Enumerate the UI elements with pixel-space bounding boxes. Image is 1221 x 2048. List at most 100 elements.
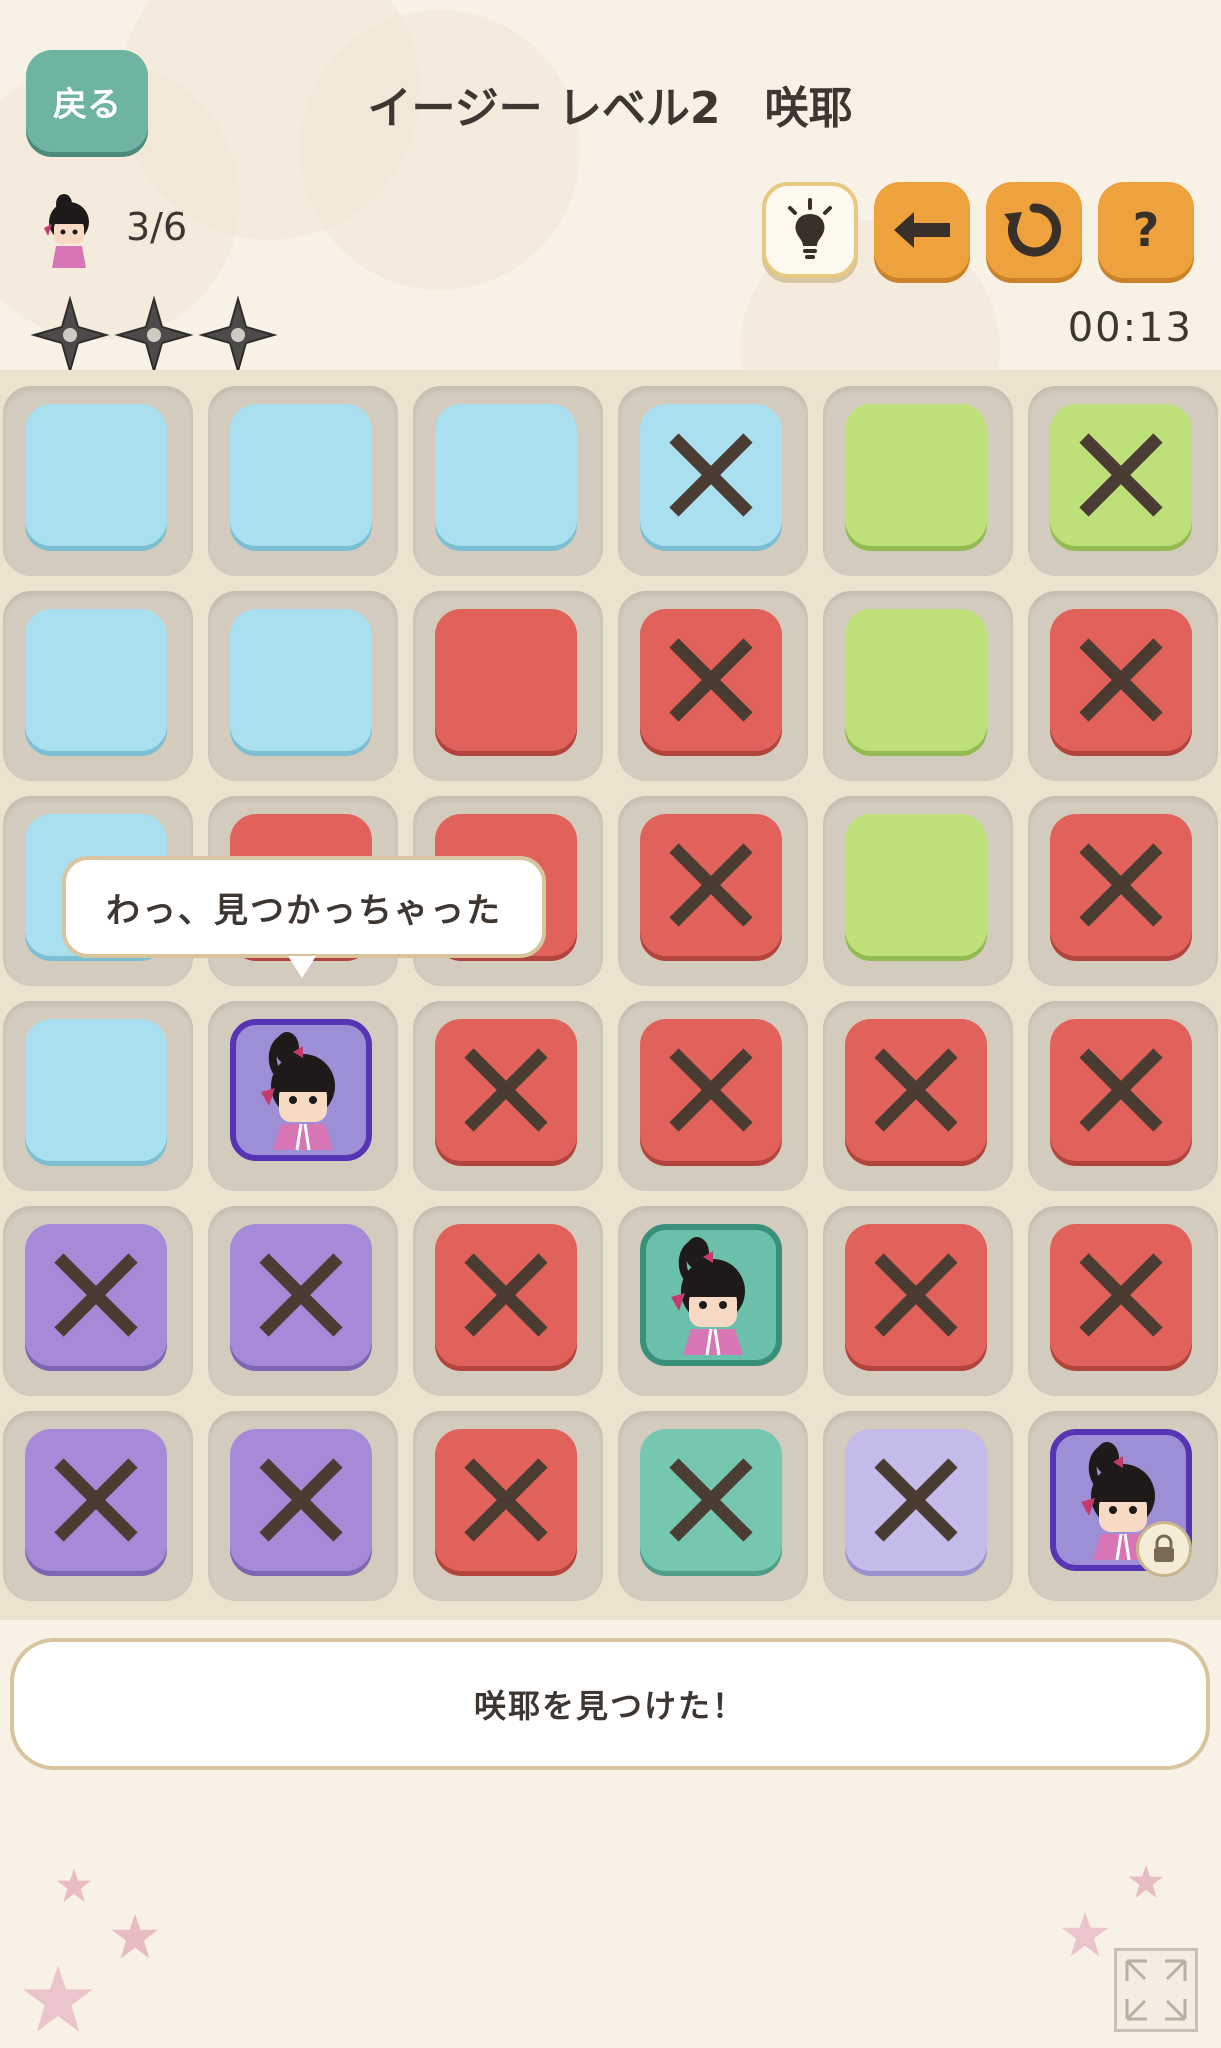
page-title: イージー レベル2 咲耶 xyxy=(367,83,853,134)
board-tile-red[interactable] xyxy=(845,1019,987,1161)
refresh-icon xyxy=(1004,203,1061,257)
back-button[interactable]: 戻る xyxy=(26,50,148,152)
board-tile-purple[interactable] xyxy=(25,1429,167,1571)
board-tile-red[interactable] xyxy=(1050,609,1192,751)
board-tile-char-purple[interactable] xyxy=(1050,1429,1192,1577)
board-cell[interactable] xyxy=(3,1001,193,1191)
board-cell[interactable] xyxy=(413,1206,603,1396)
x-mark-icon xyxy=(669,843,753,927)
board-tile-purple[interactable] xyxy=(230,1224,372,1366)
x-mark-icon xyxy=(669,638,753,722)
board-tile-lavender[interactable] xyxy=(845,1429,987,1571)
board-cell[interactable] xyxy=(208,1206,398,1396)
x-mark-icon xyxy=(1079,638,1163,722)
sakura-flower-icon xyxy=(56,1868,92,1902)
board-tile-red[interactable] xyxy=(640,1019,782,1161)
board-cell[interactable] xyxy=(823,1411,1013,1601)
board-tile-teal[interactable] xyxy=(640,1429,782,1571)
board-tile-red[interactable] xyxy=(435,1429,577,1571)
board-cell[interactable] xyxy=(208,386,398,576)
lightbulb-icon xyxy=(788,198,832,259)
board-tile-char-purple[interactable] xyxy=(230,1019,372,1161)
board-cell[interactable] xyxy=(413,1001,603,1191)
board-tile-red[interactable] xyxy=(1050,1224,1192,1366)
board-cell[interactable] xyxy=(1028,1206,1218,1396)
board-tile-red[interactable] xyxy=(640,814,782,956)
reset-button[interactable] xyxy=(986,182,1082,278)
board-tile-green[interactable] xyxy=(845,609,987,751)
x-mark-icon xyxy=(669,1048,753,1132)
board-cell[interactable] xyxy=(1028,591,1218,781)
board-tile-red[interactable] xyxy=(1050,814,1192,956)
x-mark-icon xyxy=(669,433,753,517)
board-tile-blue[interactable] xyxy=(25,1019,167,1161)
shuriken-icon xyxy=(30,295,110,375)
board-tile-blue[interactable] xyxy=(435,404,577,546)
lock-icon xyxy=(1136,1521,1192,1577)
speech-bubble: わっ、見つかっちゃった xyxy=(62,856,546,958)
board-tile-red[interactable] xyxy=(435,1019,577,1161)
board-tile-green[interactable] xyxy=(1050,404,1192,546)
undo-button[interactable] xyxy=(874,182,970,278)
x-mark-icon xyxy=(259,1458,343,1542)
board-cell[interactable] xyxy=(3,591,193,781)
board-tile-purple[interactable] xyxy=(25,1224,167,1366)
board-cell[interactable] xyxy=(413,591,603,781)
board-tile-red[interactable] xyxy=(640,609,782,751)
fullscreen-toggle-icon[interactable] xyxy=(1114,1948,1198,2032)
help-button[interactable]: ? xyxy=(1098,182,1194,278)
board-cell[interactable] xyxy=(823,796,1013,986)
board-tile-red[interactable] xyxy=(435,1224,577,1366)
board-cell[interactable] xyxy=(618,1001,808,1191)
x-mark-icon xyxy=(1079,1048,1163,1132)
board-cell[interactable] xyxy=(1028,1001,1218,1191)
board-tile-blue[interactable] xyxy=(640,404,782,546)
board-cell[interactable] xyxy=(1028,386,1218,576)
x-mark-icon xyxy=(1079,433,1163,517)
board-tile-blue[interactable] xyxy=(230,609,372,751)
board-cell[interactable] xyxy=(823,1001,1013,1191)
timer: 00:13 xyxy=(1067,305,1193,351)
ninja-character-icon xyxy=(671,1237,745,1355)
board-cell[interactable] xyxy=(618,796,808,986)
board-cell[interactable] xyxy=(618,591,808,781)
board-tile-red[interactable] xyxy=(1050,1019,1192,1161)
board-cell[interactable] xyxy=(618,1206,808,1396)
board-cell[interactable] xyxy=(823,1206,1013,1396)
board-cell[interactable] xyxy=(208,1411,398,1601)
board-cell[interactable] xyxy=(1028,796,1218,986)
board-tile-blue[interactable] xyxy=(25,609,167,751)
sakura-flower-icon xyxy=(23,1965,93,2032)
board-tile-char-teal[interactable] xyxy=(640,1224,782,1366)
board-tile-green[interactable] xyxy=(845,404,987,546)
board-tile-purple[interactable] xyxy=(230,1429,372,1571)
board-cell[interactable] xyxy=(413,386,603,576)
sakura-flower-icon xyxy=(1128,1864,1164,1898)
board-cell[interactable] xyxy=(618,1411,808,1601)
x-mark-icon xyxy=(874,1253,958,1337)
board-cell[interactable] xyxy=(1028,1411,1218,1601)
x-mark-icon xyxy=(464,1458,548,1542)
hint-button[interactable] xyxy=(762,182,858,278)
board-cell[interactable] xyxy=(823,386,1013,576)
board-cell[interactable] xyxy=(208,591,398,781)
x-mark-icon xyxy=(54,1253,138,1337)
board-cell[interactable] xyxy=(823,591,1013,781)
board-tile-red[interactable] xyxy=(845,1224,987,1366)
board-cell[interactable] xyxy=(413,1411,603,1601)
sakura-flower-icon xyxy=(111,1913,159,1959)
x-mark-icon xyxy=(259,1253,343,1337)
board-tile-blue[interactable] xyxy=(25,404,167,546)
x-mark-icon xyxy=(464,1253,548,1337)
x-mark-icon xyxy=(874,1048,958,1132)
board-cell[interactable] xyxy=(208,1001,398,1191)
board-tile-green[interactable] xyxy=(845,814,987,956)
sakura-flower-icon xyxy=(1061,1911,1109,1957)
board-cell[interactable] xyxy=(3,1411,193,1601)
board-cell[interactable] xyxy=(3,1206,193,1396)
board-tile-blue[interactable] xyxy=(230,404,372,546)
board-cell[interactable] xyxy=(618,386,808,576)
found-progress: 3/6 xyxy=(126,205,188,249)
board-cell[interactable] xyxy=(3,386,193,576)
board-tile-red[interactable] xyxy=(435,609,577,751)
